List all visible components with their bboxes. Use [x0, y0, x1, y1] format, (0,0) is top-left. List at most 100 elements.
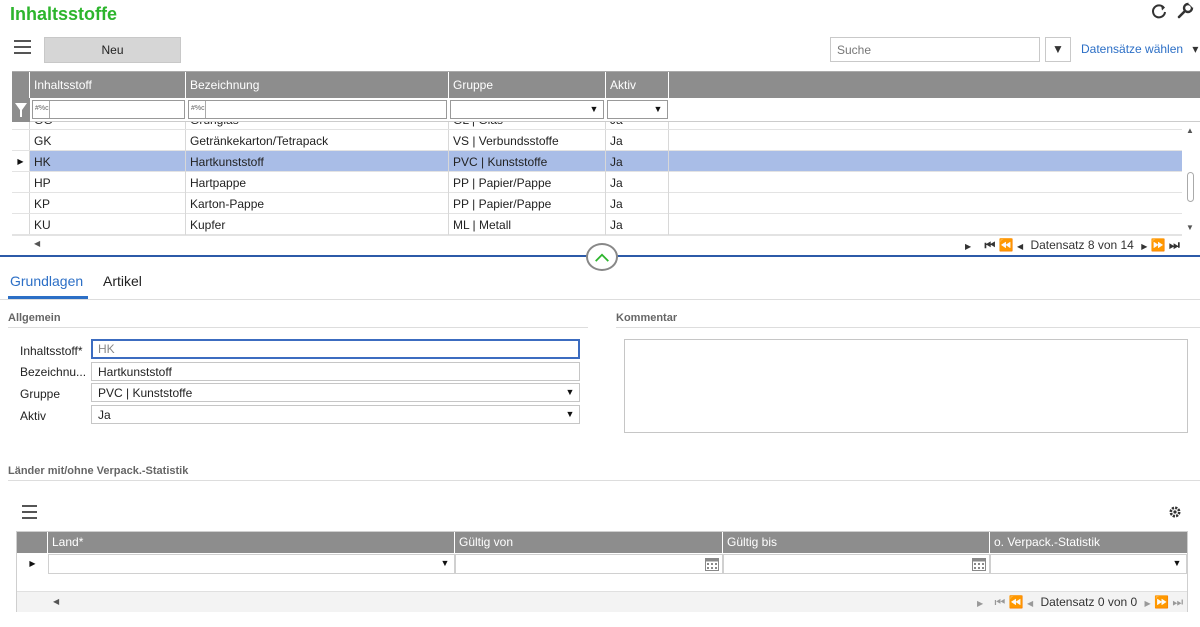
verpack-statistik-select[interactable]: ▼ — [990, 554, 1187, 574]
countries-grid: Land* Gültig von Gültig bis o. Verpack.-… — [16, 531, 1188, 612]
column-header-gruppe[interactable]: Gruppe — [449, 72, 606, 98]
cell-name: Karton-Pappe — [186, 193, 449, 214]
table-row[interactable]: KU Kupfer ML | Metall Ja — [12, 214, 1182, 235]
search-filter-button[interactable]: ▼ — [1045, 37, 1071, 62]
table-row[interactable]: HP Hartpappe PP | Papier/Pappe Ja — [12, 172, 1182, 193]
cell-active: Ja — [606, 130, 669, 151]
countries-menu-icon[interactable] — [22, 505, 37, 519]
gueltig-bis-input[interactable] — [723, 554, 990, 574]
pager-arrow-icon[interactable]: ▶ — [977, 599, 983, 608]
first-record-icon[interactable]: ⏮ — [985, 238, 996, 252]
comment-textarea[interactable] — [624, 339, 1188, 433]
column-header-bezeichnung[interactable]: Bezeichnung — [186, 72, 449, 98]
column-header-gueltig-von[interactable]: Gültig von — [455, 532, 723, 553]
column-header-verpack-statistik[interactable]: o. Verpack.-Statistik — [990, 532, 1189, 553]
cell-name: Kupfer — [186, 214, 449, 235]
cell-active: Ja — [606, 193, 669, 214]
pager-arrow-icon[interactable]: ▶ — [965, 242, 971, 251]
prev-record-icon[interactable]: ◀ — [1027, 599, 1033, 608]
scrollbar-thumb[interactable] — [1187, 172, 1194, 202]
gruppe-select[interactable]: PVC | Kunststoffe ▼ — [91, 383, 580, 402]
prev-record-icon[interactable]: ◀ — [1017, 242, 1023, 251]
land-select[interactable]: ▼ — [48, 554, 455, 574]
chevron-up-icon — [595, 253, 609, 262]
prev-page-icon[interactable]: ⏪ — [999, 238, 1014, 252]
scroll-left-icon[interactable]: ◀ — [53, 597, 59, 606]
next-page-icon[interactable]: ⏩ — [1151, 238, 1166, 252]
filter-placeholder: #%c — [35, 105, 49, 112]
next-page-icon[interactable]: ⏩ — [1154, 595, 1169, 609]
refresh-icon[interactable] — [1150, 2, 1168, 20]
menu-icon[interactable] — [14, 40, 31, 54]
cell-code: KU — [30, 214, 186, 235]
cell-name: Grünglas — [186, 122, 449, 129]
cell-active: Ja — [606, 151, 669, 172]
table-row-selected[interactable]: ▶ HK Hartkunststoff PVC | Kunststoffe Ja — [12, 151, 1182, 172]
column-header-gueltig-bis[interactable]: Gültig bis — [723, 532, 990, 553]
cell-name: Hartkunststoff — [186, 151, 449, 172]
label-aktiv: Aktiv — [20, 409, 47, 423]
gueltig-von-input[interactable] — [455, 554, 723, 574]
menu-icon-bar — [14, 40, 31, 42]
next-record-icon[interactable]: ▶ — [1141, 242, 1147, 251]
tab-artikel[interactable]: Artikel — [103, 273, 142, 289]
vertical-scrollbar[interactable]: ▲ ▼ — [1184, 122, 1198, 235]
chevron-down-icon: ▼ — [1172, 558, 1182, 568]
filter-select-gruppe[interactable]: ▼ — [450, 100, 604, 119]
column-header-inhaltsstoff[interactable]: Inhaltsstoff — [30, 72, 186, 98]
scroll-up-icon[interactable]: ▲ — [1186, 126, 1194, 135]
inhaltsstoff-value: HK — [98, 342, 115, 356]
grid-header-corner — [12, 72, 30, 98]
row-indicator — [12, 172, 30, 192]
next-record-icon[interactable]: ▶ — [1145, 599, 1151, 608]
collapse-panel-button[interactable] — [586, 243, 618, 271]
calendar-icon[interactable] — [705, 558, 719, 571]
scroll-left-icon[interactable]: ◀ — [34, 239, 40, 248]
last-record-icon[interactable]: ⏭ — [1169, 238, 1180, 252]
cell-active: Ja — [606, 214, 669, 235]
aktiv-select[interactable]: Ja ▼ — [91, 405, 580, 424]
filter-input-inhaltsstoff[interactable]: #%c — [32, 100, 185, 119]
filter-select-aktiv[interactable]: ▼ — [607, 100, 668, 119]
new-button[interactable]: Neu — [44, 37, 181, 63]
search-input[interactable] — [830, 37, 1040, 62]
cell-code: HK — [30, 151, 186, 172]
records-select[interactable]: Datensätze wählen ▾ — [1081, 42, 1198, 56]
column-header-aktiv[interactable]: Aktiv — [606, 72, 669, 98]
bezeichnung-value: Hartkunststoff — [98, 365, 172, 379]
filter-icon[interactable] — [12, 98, 30, 122]
tab-grundlagen[interactable]: Grundlagen — [10, 273, 83, 289]
menu-icon-bar — [22, 511, 37, 513]
table-row[interactable]: KP Karton-Pappe PP | Papier/Pappe Ja — [12, 193, 1182, 214]
column-header-land[interactable]: Land* — [48, 532, 455, 553]
label-gruppe: Gruppe — [20, 387, 61, 401]
cell-active: Ja — [606, 172, 669, 193]
cell-code: KP — [30, 193, 186, 214]
chevron-down-icon: ▼ — [440, 558, 450, 568]
wrench-icon[interactable] — [1176, 2, 1194, 20]
scroll-down-icon[interactable]: ▼ — [1186, 223, 1194, 232]
cell-group: VS | Verbundsstoffe — [449, 130, 606, 151]
bezeichnung-input[interactable]: Hartkunststoff — [91, 362, 580, 381]
filter-input-bezeichnung[interactable]: #%c — [188, 100, 447, 119]
filter-row: #%c #%c ▼ ▼ — [12, 98, 1200, 122]
gear-icon[interactable] — [1168, 505, 1182, 519]
last-record-icon[interactable]: ⏭ — [1172, 595, 1183, 609]
calendar-icon[interactable] — [972, 558, 986, 571]
page-title: Inhaltsstoffe — [10, 4, 118, 24]
first-record-icon[interactable]: ⏮ — [995, 595, 1006, 609]
filter-divider — [49, 101, 50, 118]
grid-pager: ▶ ⏮ ⏪ ◀ Datensatz 8 von 14 ▶ ⏩ ⏭ — [965, 238, 1180, 253]
table-row[interactable]: GK Getränkekarton/Tetrapack VS | Verbundss… — [12, 130, 1182, 151]
inhaltsstoff-input[interactable]: HK — [91, 339, 580, 359]
filter-placeholder: #%c — [191, 105, 205, 112]
table-row[interactable]: GG Grünglas GL | Glas Ja — [12, 122, 1182, 130]
row-indicator — [12, 193, 30, 213]
gruppe-value: PVC | Kunststoffe — [98, 386, 193, 400]
new-row[interactable]: ▶ ▼ ▼ — [17, 553, 1187, 575]
tabs-divider — [0, 299, 1200, 300]
pager-text: Datensatz 8 von 14 — [1030, 238, 1134, 252]
cell-group: GL | Glas — [449, 122, 606, 129]
prev-page-icon[interactable]: ⏪ — [1009, 595, 1024, 609]
cell-code: GG — [30, 122, 186, 129]
